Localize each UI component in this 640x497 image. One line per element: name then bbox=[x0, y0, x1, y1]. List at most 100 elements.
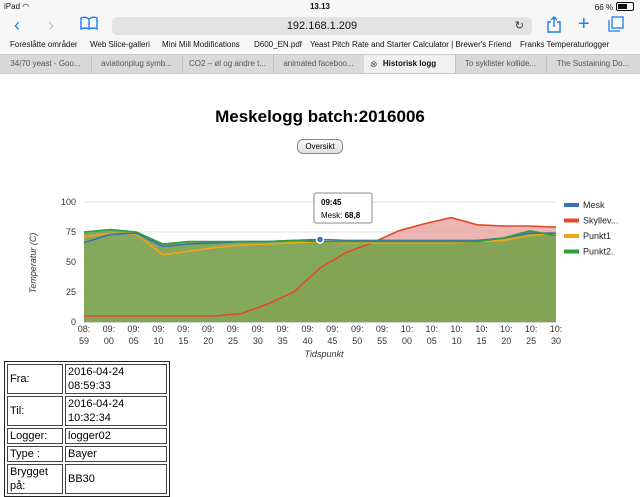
page-title: Meskelogg batch:2016006 bbox=[215, 107, 425, 126]
y-tick-label: 50 bbox=[66, 257, 76, 267]
info-label: Logger: bbox=[7, 428, 63, 444]
legend-label: Mesk bbox=[583, 200, 605, 210]
url-bar[interactable]: 192.168.1.209 ↻ bbox=[112, 17, 532, 35]
x-tick-label: 25 bbox=[526, 336, 536, 346]
bookmark-item[interactable]: D600_EN.pdf bbox=[254, 40, 302, 49]
browser-tab[interactable]: To syklister kollide... bbox=[455, 55, 547, 73]
x-tick-label: 40 bbox=[303, 336, 313, 346]
legend-swatch bbox=[564, 249, 579, 254]
x-tick-label: 10 bbox=[452, 336, 462, 346]
x-tick-label: 50 bbox=[352, 336, 362, 346]
info-label: Til: bbox=[7, 396, 63, 426]
bookmark-item[interactable]: Franks Temperaturlogger bbox=[520, 40, 609, 49]
browser-tab[interactable]: 34/70 yeast - Goo... bbox=[0, 55, 92, 73]
overview-button[interactable]: Oversikt bbox=[297, 139, 343, 154]
legend-swatch bbox=[564, 203, 579, 207]
x-tick-label: 20 bbox=[501, 336, 511, 346]
x-tick-label: 09: bbox=[351, 324, 364, 334]
info-label: Brygget på: bbox=[7, 464, 63, 494]
x-axis-label: Tidspunkt bbox=[305, 349, 344, 359]
bookmarks-bar: Foreslåtte områder Web Slice-galleri Min… bbox=[0, 38, 640, 52]
info-value: 2016-04-24 08:59:33 bbox=[65, 364, 167, 394]
ios-status-bar: iPad ◠ 13.13 66 % bbox=[0, 0, 640, 14]
close-tab-icon[interactable]: ⊗ bbox=[370, 55, 378, 73]
legend-label: Punkt2. bbox=[583, 247, 614, 257]
chart-areas bbox=[84, 217, 556, 322]
y-axis-ticks: 0 25 50 75 100 bbox=[61, 197, 76, 327]
x-tick-label: 09: bbox=[326, 324, 339, 334]
x-tick-label: 35 bbox=[278, 336, 288, 346]
x-tick-label: 09: bbox=[276, 324, 289, 334]
x-tick-label: 10: bbox=[450, 324, 463, 334]
info-label: Type : bbox=[7, 446, 63, 462]
x-tick-label: 09: bbox=[202, 324, 215, 334]
x-tick-label: 00 bbox=[402, 336, 412, 346]
x-tick-label: 45 bbox=[327, 336, 337, 346]
tooltip-number: 68,8 bbox=[345, 211, 361, 220]
x-tick-label: 15 bbox=[178, 336, 188, 346]
tabs-overview-icon[interactable] bbox=[608, 16, 624, 36]
x-tick-label: 09: bbox=[177, 324, 190, 334]
hover-point-marker bbox=[315, 235, 325, 244]
legend-label: Punkt1 bbox=[583, 231, 611, 241]
y-tick-label: 100 bbox=[61, 197, 76, 207]
batch-info-table: Fra: 2016-04-24 08:59:33 Til: 2016-04-24 1… bbox=[4, 361, 170, 497]
status-battery: 66 % bbox=[595, 2, 634, 12]
x-tick-label: 10: bbox=[475, 324, 488, 334]
x-tick-label: 15 bbox=[476, 336, 486, 346]
share-icon[interactable] bbox=[547, 16, 561, 37]
bookmarks-book-icon[interactable] bbox=[80, 16, 98, 35]
x-tick-label: 08: bbox=[78, 324, 91, 334]
x-tick-label: 10: bbox=[401, 324, 414, 334]
x-tick-label: 10: bbox=[500, 324, 513, 334]
battery-level bbox=[618, 4, 628, 9]
tooltip-value: Mesk: 68,8 bbox=[321, 211, 361, 220]
x-tick-label: 20 bbox=[203, 336, 213, 346]
x-tick-label: 10: bbox=[550, 324, 563, 334]
info-value: BB30 bbox=[65, 464, 167, 494]
table-row: Logger: logger02 bbox=[7, 428, 167, 444]
browser-tab[interactable]: aviationplug symb... bbox=[91, 55, 183, 73]
bookmark-item[interactable]: Yeast Pitch Rate and Starter Calculator … bbox=[310, 40, 511, 49]
x-tick-label: 09: bbox=[252, 324, 265, 334]
forward-icon[interactable]: › bbox=[48, 16, 54, 34]
tooltip-series: Mesk: bbox=[321, 211, 342, 220]
legend-label: Skyllev... bbox=[583, 216, 618, 226]
x-tick-label: 59 bbox=[79, 336, 89, 346]
battery-icon bbox=[616, 2, 634, 11]
x-tick-label: 10: bbox=[525, 324, 538, 334]
x-tick-label: 55 bbox=[377, 336, 387, 346]
tab-bar: 34/70 yeast - Goo... aviationplug symb..… bbox=[0, 54, 640, 74]
legend-swatch bbox=[564, 234, 579, 238]
info-value: logger02 bbox=[65, 428, 167, 444]
bookmark-item[interactable]: Web Slice-galleri bbox=[90, 40, 150, 49]
x-tick-label: 10 bbox=[154, 336, 164, 346]
bookmark-item[interactable]: Foreslåtte områder bbox=[10, 40, 78, 49]
x-tick-label: 00 bbox=[104, 336, 114, 346]
table-row: Type : Bayer bbox=[7, 446, 167, 462]
table-row: Brygget på: BB30 bbox=[7, 464, 167, 494]
x-tick-label: 30 bbox=[253, 336, 263, 346]
y-tick-label: 75 bbox=[66, 227, 76, 237]
x-tick-label: 10: bbox=[426, 324, 439, 334]
x-tick-label: 25 bbox=[228, 336, 238, 346]
bookmark-item[interactable]: Mini Mill Modifications bbox=[162, 40, 240, 49]
y-axis-label: Temperatur (C) bbox=[28, 233, 38, 294]
status-time: 13.13 bbox=[309, 2, 331, 11]
reload-icon[interactable]: ↻ bbox=[515, 17, 524, 35]
browser-tab[interactable]: CO2 – øl og andre t... bbox=[182, 55, 274, 73]
back-icon[interactable]: ‹ bbox=[14, 16, 20, 34]
browser-tab-active[interactable]: ⊗ Historisk logg bbox=[364, 55, 456, 73]
x-tick-label: 09: bbox=[127, 324, 140, 334]
browser-tab[interactable]: animated faceboo... bbox=[273, 55, 365, 73]
chart-tooltip: 09:45 Mesk: 68,8 bbox=[313, 192, 373, 224]
x-tick-label: 05 bbox=[427, 336, 437, 346]
y-tick-label: 0 bbox=[71, 317, 76, 327]
temperature-chart: 0 25 50 75 100 08: 59 09: 00 09: 05 09: 10 09: 15 09: 2… bbox=[28, 192, 618, 359]
x-tick-label: 09: bbox=[227, 324, 240, 334]
x-axis-ticks: 08: 59 09: 00 09: 05 09: 10 09: 15 09: 20 09: 25 09: 30… bbox=[78, 324, 563, 346]
browser-tab[interactable]: The Sustaining Do... bbox=[546, 55, 640, 73]
new-tab-icon[interactable]: + bbox=[578, 13, 590, 36]
url-text: 192.168.1.209 bbox=[286, 20, 358, 32]
table-row: Til: 2016-04-24 10:32:34 bbox=[7, 396, 167, 426]
